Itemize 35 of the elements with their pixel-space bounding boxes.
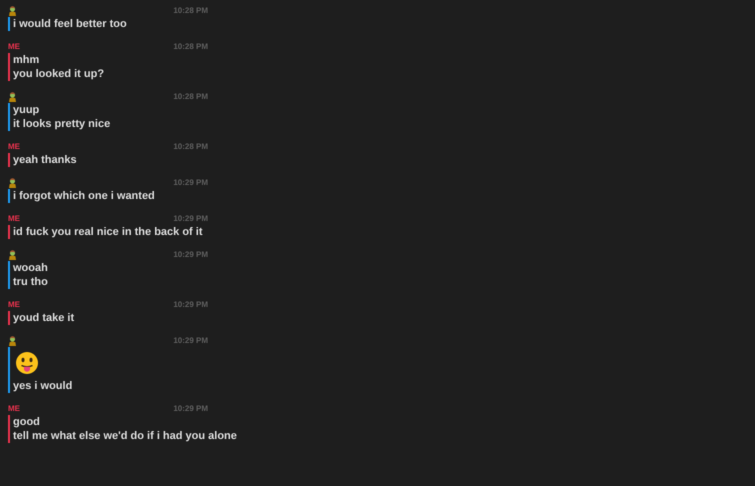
message-text: id fuck you real nice in the back of it [13, 225, 202, 239]
message-text: yeah thanks [13, 153, 77, 167]
message-text: wooah [13, 261, 48, 275]
message-text: tell me what else we'd do if i had you alone [13, 429, 237, 443]
person-icon [8, 92, 17, 102]
timestamp: 10:29 PM [173, 404, 208, 414]
timestamp: 10:29 PM [173, 214, 208, 224]
timestamp: 10:29 PM [173, 336, 208, 346]
message-text: tru tho [13, 275, 48, 289]
timestamp: 10:29 PM [173, 300, 208, 310]
person-icon [8, 250, 17, 260]
person-icon [8, 178, 17, 188]
timestamp: 10:29 PM [173, 250, 208, 260]
message-text: i would feel better too [13, 17, 127, 31]
timestamp: 10:28 PM [173, 42, 208, 52]
tongue-emoji-icon [15, 351, 39, 375]
message-text: yes i would [13, 379, 72, 393]
sender-name: ME [8, 42, 20, 52]
sender-name: ME [8, 404, 20, 414]
sender-name: ME [8, 142, 20, 152]
timestamp: 10:28 PM [173, 6, 208, 16]
timestamp: 10:29 PM [173, 178, 208, 188]
message-text: mhm [13, 53, 40, 67]
message-text: i forgot which one i wanted [13, 189, 155, 203]
message-text: yuup [13, 103, 40, 117]
timestamp: 10:28 PM [173, 142, 208, 152]
message-text: good [13, 415, 40, 429]
sender-name: ME [8, 214, 20, 224]
person-icon [8, 6, 17, 16]
message-text: it looks pretty nice [13, 117, 110, 131]
person-icon [8, 336, 17, 346]
timestamp: 10:28 PM [173, 92, 208, 102]
sender-name: ME [8, 300, 20, 310]
message-text: youd take it [13, 311, 74, 325]
message-text: you looked it up? [13, 67, 104, 81]
